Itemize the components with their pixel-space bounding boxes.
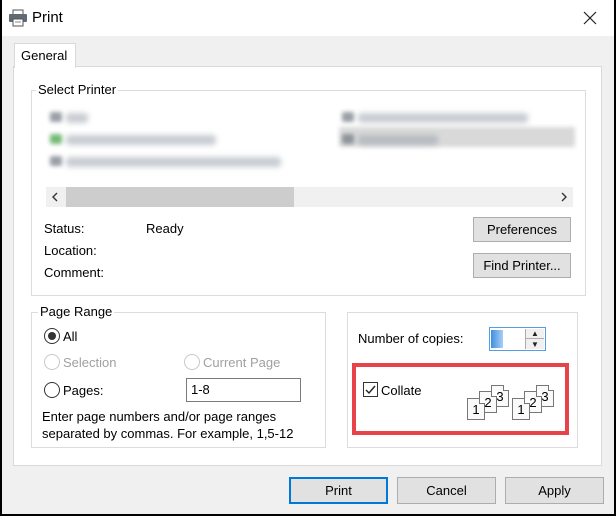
tab-general-label: General [21, 48, 68, 63]
arrow-down-icon: ▼ [531, 339, 539, 349]
printer-list-item[interactable] [358, 113, 528, 123]
page-range-hint-line1: Enter page numbers and/or page ranges [42, 409, 277, 424]
page-icon: 1 [467, 398, 485, 420]
cancel-button[interactable]: Cancel [397, 477, 496, 504]
increment-button[interactable]: ▲ [526, 329, 544, 339]
radio-current-page-label: Current Page [203, 355, 281, 370]
radio-selection-label: Selection [63, 355, 117, 370]
find-printer-button[interactable]: Find Printer... [473, 253, 571, 278]
print-dialog: Print General Select Printer Status: Rea… [2, 0, 614, 514]
close-button[interactable] [572, 4, 608, 32]
copies-input[interactable] [491, 330, 503, 348]
copies-spinner[interactable]: ▲ ▼ [489, 327, 546, 351]
comment-label: Comment: [44, 265, 104, 280]
printer-list-scrollbar[interactable] [46, 187, 573, 207]
collate-label: Collate [381, 383, 422, 398]
chevron-left-icon [52, 192, 58, 202]
tab-general[interactable]: General [14, 43, 76, 68]
printer-icon [342, 134, 354, 144]
radio-pages[interactable] [44, 382, 60, 398]
pages-input[interactable]: 1-8 [186, 378, 301, 402]
scroll-thumb[interactable] [66, 187, 294, 207]
printer-icon [50, 112, 62, 122]
page-icon: 1 [512, 398, 530, 420]
printer-icon [50, 156, 62, 166]
window-title: Print [32, 9, 63, 26]
printer-icon [342, 112, 354, 122]
page-range-hint-line2: separated by commas. For example, 1,5-12 [42, 426, 294, 441]
printer-list-item[interactable] [66, 157, 281, 167]
copies-spin-buttons: ▲ ▼ [525, 329, 544, 349]
print-button[interactable]: Print [289, 477, 388, 504]
checkmark-icon [365, 385, 376, 395]
select-printer-legend: Select Printer [36, 82, 119, 97]
copies-label: Number of copies: [358, 331, 464, 346]
status-label: Status: [44, 221, 85, 236]
collate-checkbox[interactable] [363, 382, 378, 397]
location-label: Location: [44, 243, 97, 258]
collate-stack-icon: 3 2 1 [512, 385, 558, 425]
status-value: Ready [146, 221, 184, 236]
radio-all[interactable] [44, 328, 60, 344]
radio-current-page[interactable] [184, 354, 200, 370]
printer-list-item[interactable] [66, 113, 88, 123]
apply-button[interactable]: Apply [505, 477, 604, 504]
scroll-left-button[interactable] [46, 187, 63, 207]
arrow-up-icon: ▲ [531, 329, 539, 338]
printer-icon [50, 134, 62, 144]
title-bar: Print [2, 0, 614, 36]
printer-icon [9, 9, 27, 27]
scroll-right-button[interactable] [556, 187, 573, 207]
radio-pages-label: Pages: [63, 383, 104, 398]
page-range-legend: Page Range [38, 304, 115, 319]
printer-list-item[interactable] [358, 135, 438, 145]
collate-stack-icon: 3 2 1 [467, 385, 513, 425]
radio-all-label: All [63, 329, 78, 344]
close-icon [583, 11, 597, 25]
chevron-right-icon [561, 192, 567, 202]
preferences-button[interactable]: Preferences [473, 217, 571, 242]
printer-list-item[interactable] [66, 135, 216, 145]
decrement-button[interactable]: ▼ [526, 339, 544, 349]
radio-selection[interactable] [44, 354, 60, 370]
